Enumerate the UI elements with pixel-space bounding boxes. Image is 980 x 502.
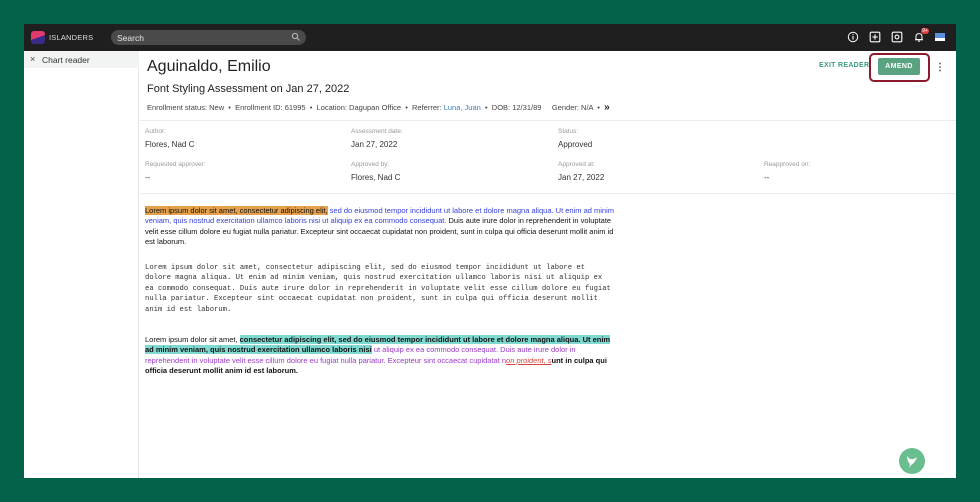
underlined-red-text: on proident, s — [506, 355, 552, 365]
plain-text: Lorem ipsum dolor sit amet, — [145, 335, 240, 344]
search-input[interactable] — [111, 30, 306, 45]
exit-reader-button[interactable]: EXIT READER — [819, 62, 869, 69]
requested-approver-value: -- — [145, 173, 151, 182]
author-label: Author: — [145, 128, 166, 135]
sidebar-tab-label: Chart reader — [42, 55, 90, 65]
patient-meta: Enrollment status: New • Enrollment ID: … — [147, 102, 610, 113]
notification-badge: 9+ — [921, 28, 929, 34]
enrollment-id: Enrollment ID: 61995 — [235, 103, 306, 112]
gender: Gender: N/A — [551, 103, 594, 112]
logo-icon[interactable] — [31, 31, 45, 44]
top-bar: ISLANDERS 9+ — [24, 24, 956, 51]
highlighted-text: Lorem ipsum dolor sit amet, consectetur … — [145, 206, 328, 215]
gear-icon[interactable] — [891, 31, 903, 43]
details-divider — [140, 193, 956, 194]
requested-approver-label: Requested approver: — [145, 161, 206, 168]
dob: DOB: 12/31/89 — [491, 103, 542, 112]
help-bird-icon[interactable] — [899, 448, 925, 474]
approved-by-label: Approved by: — [351, 161, 390, 168]
author-value: Flores, Nad C — [145, 140, 195, 149]
referrer-link[interactable]: Luna, Juan — [444, 103, 481, 112]
location: Location: Dagupan Office — [316, 103, 402, 112]
patient-name: Aguinaldo, Emilio — [147, 58, 271, 75]
inbox-icon[interactable] — [934, 31, 946, 43]
status-value: Approved — [558, 140, 593, 149]
info-icon[interactable] — [847, 31, 859, 43]
assessment-date-label: Assessment date: — [351, 128, 403, 135]
approved-by-value: Flores, Nad C — [351, 173, 401, 182]
approved-at-label: Approved at: — [558, 161, 595, 168]
approved-at-value: Jan 27, 2022 — [558, 173, 605, 182]
body-paragraph-3: Lorem ipsum dolor sit amet, consectetur … — [145, 335, 615, 377]
chart-reader-main: Aguinaldo, Emilio Font Styling Assessmen… — [140, 51, 956, 478]
brand-name: ISLANDERS — [49, 33, 94, 42]
reapproved-on-value: -- — [764, 173, 770, 182]
enrollment-status: Enrollment status: New — [147, 103, 225, 112]
status-label: Status: — [558, 128, 579, 135]
header-divider — [140, 120, 956, 121]
sidebar: × Chart reader — [24, 51, 139, 478]
add-square-icon[interactable] — [869, 31, 881, 43]
kebab-menu-icon[interactable] — [937, 61, 943, 73]
referrer-label: Referrer: — [412, 103, 442, 112]
search-icon[interactable] — [291, 32, 301, 42]
app-window: ISLANDERS 9+ — [24, 24, 956, 478]
sidebar-tab-chart-reader[interactable]: × Chart reader — [24, 51, 139, 68]
assessment-date-value: Jan 27, 2022 — [351, 140, 398, 149]
assessment-title: Font Styling Assessment on Jan 27, 2022 — [147, 83, 350, 95]
reapproved-on-label: Reapproved on: — [764, 161, 811, 168]
body-paragraph-2: Lorem ipsum dolor sit amet, consectetur … — [145, 264, 611, 314]
amend-button[interactable]: AMEND — [878, 58, 920, 75]
body-paragraph-1: Lorem ipsum dolor sit amet, consectetur … — [145, 206, 615, 248]
close-icon[interactable]: × — [30, 54, 35, 64]
more-info-toggle[interactable]: » — [604, 102, 610, 113]
